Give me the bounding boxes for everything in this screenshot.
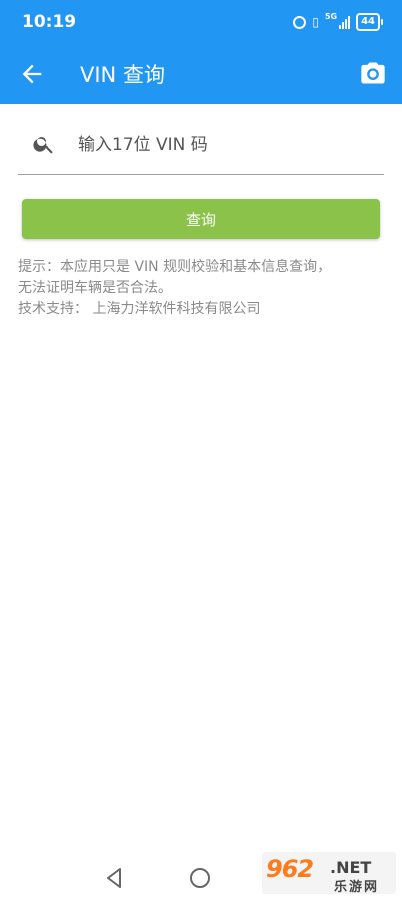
watermark-logo: 962 .NET 乐游网 [262, 852, 396, 895]
nav-home-icon[interactable] [190, 868, 210, 888]
vibrate-icon: ▯ [312, 15, 319, 29]
status-time: 10:19 [22, 12, 77, 32]
query-button[interactable]: 查询 [22, 199, 380, 239]
camera-icon[interactable] [358, 59, 388, 87]
app-bar: VIN 查询 [0, 44, 402, 104]
watermark-name: 乐游网 [334, 880, 380, 895]
hint-line-3: 技术支持： 上海力洋软件科技有限公司 [18, 301, 261, 317]
page-title: VIN 查询 [80, 63, 165, 87]
hint-text: 提示：本应用只是 VIN 规则校验和基本信息查询， 无法证明车辆是否合法。 技术… [18, 257, 388, 320]
vin-input[interactable] [76, 128, 380, 162]
alarm-icon [293, 15, 307, 29]
battery-icon: 44 [356, 13, 383, 31]
status-bar: 10:19 ▯ 5G 44 [0, 0, 402, 44]
arrow-back-icon[interactable] [18, 60, 46, 88]
search-field[interactable] [18, 120, 384, 175]
network-type: 5G [324, 12, 338, 21]
search-icon [33, 137, 53, 154]
hint-line-2: 无法证明车辆是否合法。 [18, 280, 172, 296]
signal-icon [339, 15, 351, 29]
watermark-domain: .NET [330, 858, 372, 877]
watermark-number: 962 [266, 855, 314, 883]
query-button-label: 查询 [185, 210, 216, 229]
hint-line-1: 提示：本应用只是 VIN 规则校验和基本信息查询， [18, 259, 332, 275]
status-icons: ▯ 5G 44 [293, 12, 383, 31]
nav-back-icon[interactable] [104, 867, 124, 889]
